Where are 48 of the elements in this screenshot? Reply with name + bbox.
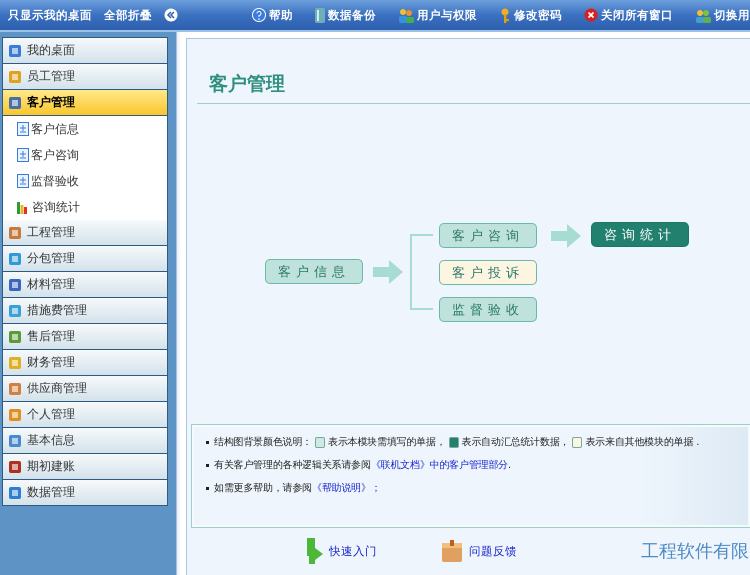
- toolbar-button[interactable]: 关闭所有窗口: [584, 8, 673, 22]
- toolbar-button[interactable]: 用户与权限: [398, 8, 477, 22]
- sidebar-item[interactable]: 数据管理: [2, 480, 168, 506]
- arrow-icon: [373, 260, 403, 284]
- sidebar-subitem[interactable]: 监督验收: [2, 168, 168, 194]
- toolbar-link[interactable]: 全部折叠: [104, 8, 152, 22]
- toolbar-button[interactable]: 数据备份: [315, 8, 376, 22]
- sidebar-item[interactable]: 分包管理: [2, 246, 168, 272]
- toolbar-button[interactable]: 修改密码: [499, 8, 562, 22]
- doc-link[interactable]: 《帮助说明》；: [312, 481, 381, 495]
- toolbar-button[interactable]: 切换用: [695, 8, 750, 22]
- help-icon: [252, 8, 266, 22]
- arrow-icon: [551, 224, 581, 248]
- sidebar-item[interactable]: 基本信息: [2, 428, 168, 454]
- sidebar-item[interactable]: 客户管理: [2, 90, 168, 116]
- legend-text: 有关客户管理的各种逻辑关系请参阅《联机文档》中的客户管理部分.: [214, 458, 511, 472]
- bar-chart-icon: [17, 200, 30, 214]
- toolbar-link[interactable]: 只显示我的桌面: [8, 8, 92, 22]
- collapse-icon[interactable]: [164, 8, 178, 22]
- sidebar-item[interactable]: 员工管理: [2, 64, 168, 90]
- sidebar-subitem[interactable]: 客户信息: [2, 116, 168, 142]
- flow-node[interactable]: 客户咨询: [439, 223, 537, 248]
- footer-link[interactable]: 快速入门: [305, 538, 377, 564]
- flow-node[interactable]: 客户信息: [265, 259, 363, 284]
- sidebar-item[interactable]: 材料管理: [2, 272, 168, 298]
- sidebar-item[interactable]: 措施费管理: [2, 298, 168, 324]
- sidebar-subitem[interactable]: 咨询统计: [2, 194, 168, 220]
- footer-link[interactable]: 问题反馈: [441, 539, 517, 563]
- legend-text: 结构图背景颜色说明： 表示本模块需填写的单据， 表示自动汇总统计数据， 表示来自其他模块的单据 .: [214, 436, 700, 449]
- sidebar-item[interactable]: 供应商管理: [2, 376, 168, 402]
- sidebar-item[interactable]: 财务管理: [2, 350, 168, 376]
- sidebar-item[interactable]: 我的桌面: [2, 37, 168, 64]
- flow-node[interactable]: 客户投诉: [439, 260, 537, 285]
- legend-text: 如需更多帮助，请参阅《帮助说明》；: [214, 481, 381, 495]
- sidebar-subitem[interactable]: 客户咨询: [2, 142, 168, 168]
- arrow-icon: [305, 538, 323, 564]
- toolbar-button[interactable]: 帮助: [252, 8, 293, 22]
- doc-link[interactable]: 《联机文档》中的客户管理部分: [370, 458, 508, 472]
- key-icon: [499, 8, 511, 22]
- sidebar-item[interactable]: 工程管理: [2, 220, 168, 246]
- flow-node[interactable]: 咨询统计: [591, 222, 689, 247]
- sidebar-item[interactable]: 个人管理: [2, 402, 168, 428]
- sidebar-item[interactable]: 期初建账: [2, 454, 168, 480]
- company-name: 工程软件有限: [641, 540, 749, 563]
- sidebar-item[interactable]: 售后管理: [2, 324, 168, 350]
- page-title: 客户管理: [209, 72, 286, 97]
- flow-node[interactable]: 监督验收: [439, 297, 537, 322]
- close-icon: [584, 8, 598, 22]
